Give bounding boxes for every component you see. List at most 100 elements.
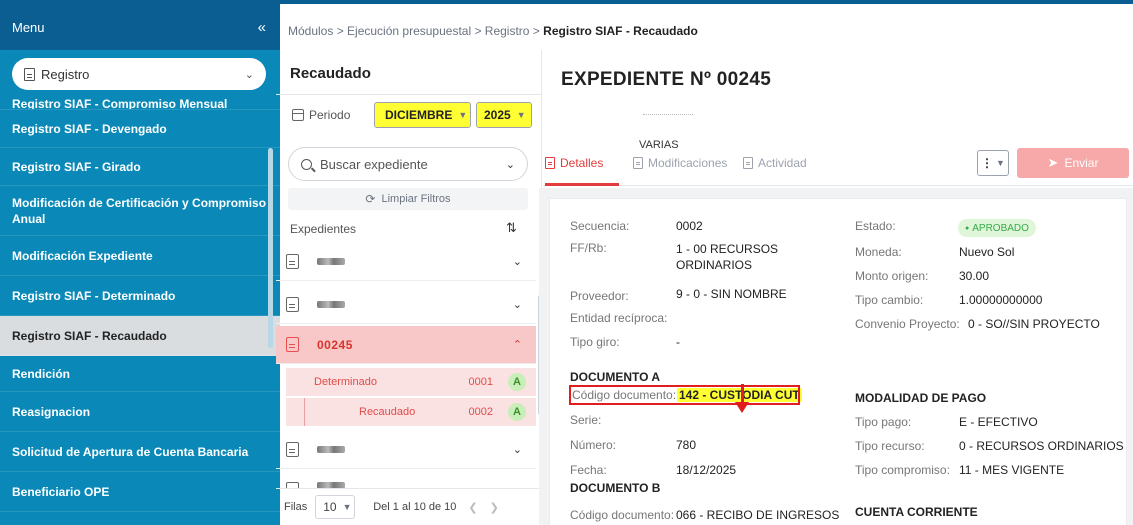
field-label: Secuencia:	[570, 219, 630, 233]
chevron-down-icon[interactable]: ⌄	[506, 158, 515, 171]
tab-actividad[interactable]: Actividad	[743, 156, 807, 170]
clear-filters-button[interactable]: ⟳ Limpiar Filtros	[288, 188, 528, 210]
field-label: Entidad recíproca:	[570, 311, 668, 325]
file-icon	[286, 442, 299, 457]
sidebar-item-label: Modificación Expediente	[12, 248, 153, 263]
field-value: Nuevo Sol	[959, 245, 1015, 259]
breadcrumb-current: Registro SIAF - Recaudado	[543, 24, 698, 38]
chevron-down-icon[interactable]: ⌄	[513, 443, 522, 456]
field-value: 18/12/2025	[676, 463, 737, 477]
sub-item-recaudado[interactable]: Recaudado 0002 A	[286, 398, 536, 426]
send-icon: ➤	[1047, 155, 1059, 170]
tab-label: Modificaciones	[648, 156, 728, 170]
sidebar-item-reasignacion[interactable]: Reasignacion	[0, 392, 280, 432]
status-badge: A	[508, 373, 526, 391]
sidebar-scrollbar[interactable]	[268, 148, 273, 348]
sidebar-item-label: Registro SIAF - Compromiso Mensual	[12, 97, 228, 110]
file-icon	[286, 297, 299, 312]
send-label: Enviar	[1064, 156, 1099, 170]
section-title: MODALIDAD DE PAGO	[855, 391, 987, 405]
sub-item-label: Determinado	[314, 376, 377, 388]
sub-item-number: 0002	[468, 406, 493, 418]
expediente-list-panel: Recaudado Periodo DICIEMBRE ▼ 2025 ▼ Busca…	[276, 50, 542, 525]
expediente-row[interactable]	[276, 469, 536, 489]
year-select[interactable]: 2025 ▼	[476, 102, 532, 128]
more-options-button[interactable]: ⋮ ▼	[977, 150, 1009, 176]
year-select-value: 2025	[484, 108, 511, 122]
chevron-down-icon[interactable]: ⌄	[513, 255, 522, 268]
sidebar-item-label: Registro SIAF - Girado	[12, 159, 141, 174]
expediente-row[interactable]: ⌄	[276, 431, 536, 469]
field-value: 0002	[676, 219, 703, 233]
sidebar-item-label: Registro SIAF - Devengado	[12, 121, 167, 136]
sidebar-item-label: Registro SIAF - Recaudado	[12, 328, 167, 343]
divider	[276, 94, 542, 95]
page-size-select[interactable]: 10 ▼	[315, 495, 356, 519]
sidebar-item-girado[interactable]: Registro SIAF - Girado	[0, 148, 280, 186]
collapse-sidebar-icon[interactable]: «	[258, 19, 266, 36]
sort-icon[interactable]: ⇅	[506, 220, 517, 236]
field-label: Convenio Proyecto:	[855, 317, 960, 331]
document-icon	[633, 157, 643, 169]
expediente-number: 00245	[317, 337, 353, 352]
field-value: 0 - RECURSOS ORDINARIOS	[959, 439, 1124, 453]
sidebar-item-recaudado[interactable]: Registro SIAF - Recaudado	[0, 316, 280, 356]
page-range: Del 1 al 10 de 10	[373, 501, 457, 513]
module-select-value: Registro	[41, 66, 90, 82]
tab-detalles[interactable]: Detalles	[545, 156, 603, 170]
chevron-down-icon[interactable]: ⌄	[513, 298, 522, 311]
section-title: DOCUMENTO B	[570, 481, 661, 495]
expediente-row[interactable]: ⌄	[276, 286, 536, 324]
sub-item-determinado[interactable]: Determinado 0001 A	[286, 368, 536, 396]
status-badge: APROBADO	[958, 219, 1036, 237]
kebab-icon: ⋮	[981, 156, 994, 170]
expediente-row[interactable]: ⌄	[276, 243, 536, 281]
list-scrollbar[interactable]	[538, 295, 542, 415]
expediente-title: EXPEDIENTE Nº 00245	[561, 69, 772, 90]
field-label: Fecha:	[570, 463, 607, 477]
pagination: Filas 10 ▼ Del 1 al 10 de 10 ❮ ❯	[276, 488, 542, 525]
clear-filters-label: Limpiar Filtros	[381, 193, 451, 205]
sidebar-item-rendicion[interactable]: Rendición	[0, 356, 280, 392]
caret-down-icon: ▼	[342, 502, 352, 512]
status-badge: A	[508, 403, 526, 421]
sidebar-item-label: Solicitud de Apertura de Cuenta Bancaria	[12, 444, 249, 459]
sidebar-item-devengado[interactable]: Registro SIAF - Devengado	[0, 110, 280, 148]
sidebar-item-determinado[interactable]: Registro SIAF - Determinado	[0, 276, 280, 316]
expediente-row-active[interactable]: 00245 ⌃	[276, 326, 536, 364]
tab-label: Actividad	[758, 156, 807, 170]
month-select-value: DICIEMBRE	[385, 108, 453, 122]
field-value: 9 - 0 - SIN NOMBRE	[676, 287, 787, 301]
field-value: -	[676, 335, 680, 349]
document-icon	[743, 157, 753, 169]
field-value: 780	[676, 438, 697, 452]
sidebar-item-modificacion-expediente[interactable]: Modificación Expediente	[0, 236, 280, 276]
module-select[interactable]: Registro ⌄	[12, 58, 266, 90]
chevron-up-icon[interactable]: ⌃	[513, 338, 522, 351]
field-label: Número:	[570, 438, 617, 452]
expediente-detail-panel: EXPEDIENTE Nº 00245 VARIAS Detalles Modi…	[543, 50, 1133, 525]
chevron-down-icon: ⌄	[244, 68, 254, 81]
sidebar-item-apertura-cuenta[interactable]: Solicitud de Apertura de Cuenta Bancaria	[0, 432, 280, 472]
breadcrumb: Módulos > Ejecución presupuestal > Regis…	[288, 24, 698, 38]
sub-item-number: 0001	[468, 376, 493, 388]
panel-title: Recaudado	[290, 65, 371, 82]
sidebar-item-modificacion-certificacion[interactable]: Modificación de Certificación y Compromi…	[0, 186, 280, 236]
section-title: DOCUMENTO A	[570, 370, 660, 384]
sidebar-item-beneficiario-ope[interactable]: Beneficiario OPE	[0, 472, 280, 512]
sidebar-item-compromiso-mensual[interactable]: Registro SIAF - Compromiso Mensual	[0, 96, 280, 110]
field-value: 11 - MES VIGENTE	[959, 463, 1065, 477]
sub-item-label: Recaudado	[359, 406, 416, 418]
breadcrumb-path[interactable]: Módulos > Ejecución presupuestal > Regis…	[288, 24, 543, 38]
search-expediente-input[interactable]: Buscar expediente ⌄	[288, 147, 528, 181]
month-select[interactable]: DICIEMBRE ▼	[374, 102, 471, 128]
prev-page-icon[interactable]: ❮	[468, 501, 477, 514]
next-page-icon[interactable]: ❯	[490, 501, 499, 514]
page-size-value: 10	[323, 500, 337, 514]
tab-divider	[543, 185, 1133, 186]
field-label: Tipo pago:	[855, 415, 912, 429]
field-label: Tipo recurso:	[855, 439, 925, 453]
tab-modificaciones[interactable]: Modificaciones	[633, 156, 727, 170]
send-button[interactable]: ➤ Enviar	[1017, 148, 1129, 178]
redacted-expediente-number	[317, 446, 345, 453]
